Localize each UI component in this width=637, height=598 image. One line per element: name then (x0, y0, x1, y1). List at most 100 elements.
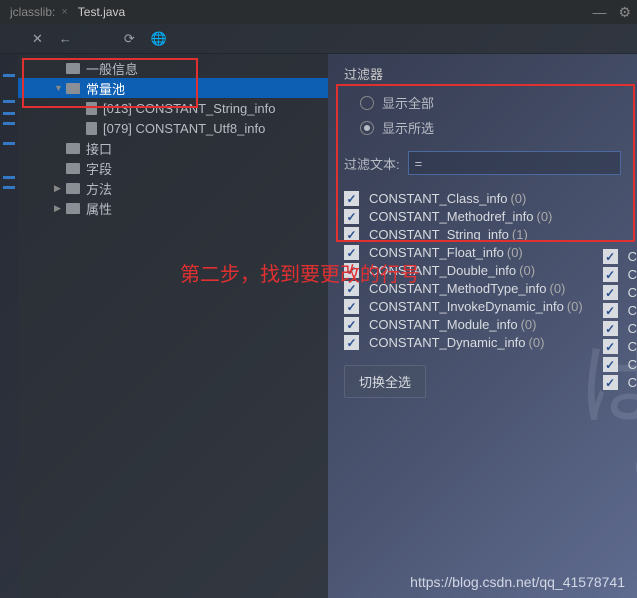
tree-item[interactable]: ▶方法 (18, 178, 328, 198)
file-icon (86, 102, 97, 115)
toggle-all-button[interactable]: 切换全选 (344, 365, 426, 398)
tree-item[interactable]: 接口 (18, 138, 328, 158)
tab-bar: jclasslib: × Test.java — ⚙ (0, 0, 637, 24)
gutter (0, 54, 18, 598)
tree-item-label: [013] CONSTANT_String_info (103, 101, 275, 116)
tree-panel: 一般信息▼常量池 [013] CONSTANT_String_info [079] … (18, 54, 328, 598)
folder-icon (66, 143, 80, 154)
check-label: C (628, 375, 637, 390)
filter-check-row[interactable]: ✓ CONSTANT_Module_info (0) (344, 317, 621, 332)
check-label: CONSTANT_Module_info (369, 317, 518, 332)
filter-check-row[interactable]: ✓C (603, 357, 637, 372)
check-label: C (628, 321, 637, 336)
radio-show-all[interactable]: 显示全部 (360, 93, 621, 112)
check-count: (0) (510, 191, 526, 206)
check-count: (0) (507, 245, 523, 260)
folder-icon (66, 63, 80, 74)
back-icon[interactable]: ← (59, 31, 72, 46)
checkbox-icon: ✓ (344, 209, 359, 224)
filter-text-input[interactable] (408, 151, 621, 175)
checkbox-icon: ✓ (603, 375, 618, 390)
check-label: C (628, 303, 637, 318)
check-label: C (628, 339, 637, 354)
checkbox-icon: ✓ (344, 299, 359, 314)
checkbox-icon: ✓ (344, 317, 359, 332)
chevron-right-icon: ▶ (54, 203, 64, 214)
filter-check-row[interactable]: ✓CONSTANT_Dynamic_info (0) (344, 335, 621, 350)
checkbox-icon: ✓ (344, 263, 359, 278)
radio-icon (360, 121, 374, 135)
tree-item[interactable]: [079] CONSTANT_Utf8_info (18, 118, 328, 138)
filter-check-row[interactable]: ✓C (603, 375, 637, 390)
tab-test-java[interactable]: Test.java (68, 2, 135, 22)
toolbar: ✕ ← ⟳ 🌐 (0, 24, 637, 54)
tree-item-label: 一般信息 (86, 59, 138, 78)
filter-check-row[interactable]: ✓CONSTANT_Class_info (0) (344, 191, 621, 206)
check-count: (0) (537, 209, 553, 224)
filter-title: 过滤器 (344, 64, 621, 83)
checkbox-icon: ✓ (344, 335, 359, 350)
tree-item[interactable]: 一般信息 (18, 58, 328, 78)
checkbox-icon: ✓ (603, 303, 618, 318)
filter-check-row[interactable]: ✓C (603, 303, 637, 318)
filter-check-row[interactable]: ✓C (603, 249, 637, 264)
tree-item-label: [079] CONSTANT_Utf8_info (103, 121, 265, 136)
radio-label: 显示所选 (382, 118, 434, 137)
check-label: CONSTANT_Dynamic_info (369, 335, 526, 350)
checkbox-icon: ✓ (603, 357, 618, 372)
checkbox-icon: ✓ (603, 321, 618, 336)
check-label: C (628, 357, 637, 372)
checkbox-icon: ✓ (603, 285, 618, 300)
tree-item[interactable]: ▶ 属性 (18, 198, 328, 218)
check-label: C (628, 249, 637, 264)
tree-item-label: 属性 (86, 199, 112, 218)
folder-icon (66, 203, 80, 214)
filter-check-row[interactable]: ✓CONSTANT_String_info (1) (344, 227, 621, 242)
checkbox-icon: ✓ (344, 245, 359, 260)
chevron-right-icon: ▶ (54, 183, 64, 194)
globe-icon[interactable]: 🌐 (151, 31, 167, 47)
filter-check-row[interactable]: ✓C (603, 267, 637, 282)
tab-jclasslib[interactable]: jclasslib: (0, 2, 65, 22)
check-label: CONSTANT_Class_info (369, 191, 507, 206)
check-label: CONSTANT_Float_info (369, 245, 504, 260)
check-label: CONSTANT_Methodref_info (369, 209, 534, 224)
tree-item[interactable]: ▼常量池 (18, 78, 328, 98)
check-label: C (628, 285, 637, 300)
filter-check-row[interactable]: ✓C (603, 285, 637, 300)
checkbox-icon: ✓ (603, 249, 618, 264)
filter-check-row[interactable]: ✓ CONSTANT_Float_info (0) (344, 245, 621, 260)
tree-item[interactable]: 字段 (18, 158, 328, 178)
refresh-icon[interactable]: ⟳ (124, 31, 135, 47)
checkbox-icon: ✓ (344, 227, 359, 242)
radio-show-selected[interactable]: 显示所选 (360, 118, 621, 137)
watermark: https://blog.csdn.net/qq_41578741 (410, 574, 625, 590)
check-label: CONSTANT_Double_info (369, 263, 516, 278)
filter-check-row[interactable]: ✓CONSTANT_MethodType_info (0) (344, 281, 621, 296)
minimize-icon[interactable]: — (586, 4, 612, 20)
filter-check-row[interactable]: ✓ CONSTANT_Methodref_info (0) (344, 209, 621, 224)
radio-label: 显示全部 (382, 93, 434, 112)
gear-icon[interactable]: ⚙ (612, 4, 637, 21)
checkbox-icon: ✓ (344, 281, 359, 296)
check-count: (0) (521, 317, 537, 332)
checkbox-icon: ✓ (603, 267, 618, 282)
checkbox-icon: ✓ (603, 339, 618, 354)
tree-item-label: 字段 (86, 159, 112, 178)
folder-icon (66, 163, 80, 174)
check-count: (0) (550, 281, 566, 296)
tree-item[interactable]: [013] CONSTANT_String_info (18, 98, 328, 118)
tree-item-label: 接口 (86, 139, 112, 158)
close-icon[interactable]: ✕ (32, 31, 43, 47)
folder-icon (66, 83, 80, 94)
filter-check-row[interactable]: ✓C (603, 321, 637, 336)
filter-check-row[interactable]: ✓CONSTANT_Double_info (0) (344, 263, 621, 278)
filter-check-row[interactable]: ✓CONSTANT_InvokeDynamic_info (0) (344, 299, 621, 314)
check-label: CONSTANT_String_info (369, 227, 509, 242)
check-label: CONSTANT_InvokeDynamic_info (369, 299, 564, 314)
radio-icon (360, 96, 374, 110)
check-label: C (628, 267, 637, 282)
filter-text-label: 过滤文本: (344, 154, 400, 173)
filter-check-row[interactable]: ✓C (603, 339, 637, 354)
file-icon (86, 122, 97, 135)
